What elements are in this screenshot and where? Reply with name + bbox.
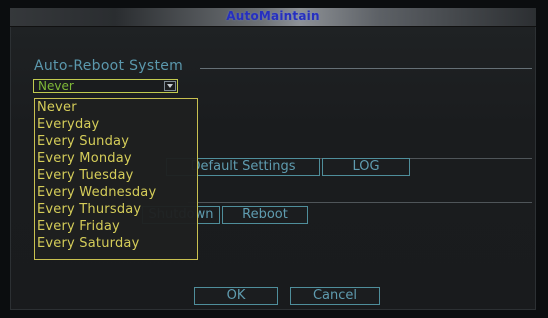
ok-button[interactable]: OK xyxy=(194,287,278,305)
reboot-button[interactable]: Reboot xyxy=(222,206,308,224)
option-every-wednesday[interactable]: Every Wednesday xyxy=(37,186,156,200)
option-never[interactable]: Never xyxy=(37,101,77,115)
auto-reboot-label: Auto-Reboot System xyxy=(34,58,184,74)
section-divider xyxy=(200,68,532,69)
option-everyday[interactable]: Everyday xyxy=(37,118,99,132)
option-every-monday[interactable]: Every Monday xyxy=(37,152,132,166)
cancel-button[interactable]: Cancel xyxy=(290,287,380,305)
separator-line xyxy=(188,202,532,203)
option-every-tuesday[interactable]: Every Tuesday xyxy=(37,169,134,183)
automaintain-window: AutoMaintain Auto-Reboot System Never De… xyxy=(10,8,536,310)
chevron-down-icon[interactable] xyxy=(164,81,176,91)
title-bar: AutoMaintain xyxy=(10,8,536,27)
window-title: AutoMaintain xyxy=(226,9,320,23)
option-every-saturday[interactable]: Every Saturday xyxy=(37,237,139,251)
log-button[interactable]: LOG xyxy=(322,158,410,176)
reboot-options-dropdown: Never Everyday Every Sunday Every Monday… xyxy=(34,98,198,260)
option-every-friday[interactable]: Every Friday xyxy=(37,220,120,234)
selected-value: Never xyxy=(38,79,74,93)
option-every-sunday[interactable]: Every Sunday xyxy=(37,135,129,149)
auto-reboot-select[interactable]: Never xyxy=(33,79,178,93)
option-every-thursday[interactable]: Every Thursday xyxy=(37,203,141,217)
